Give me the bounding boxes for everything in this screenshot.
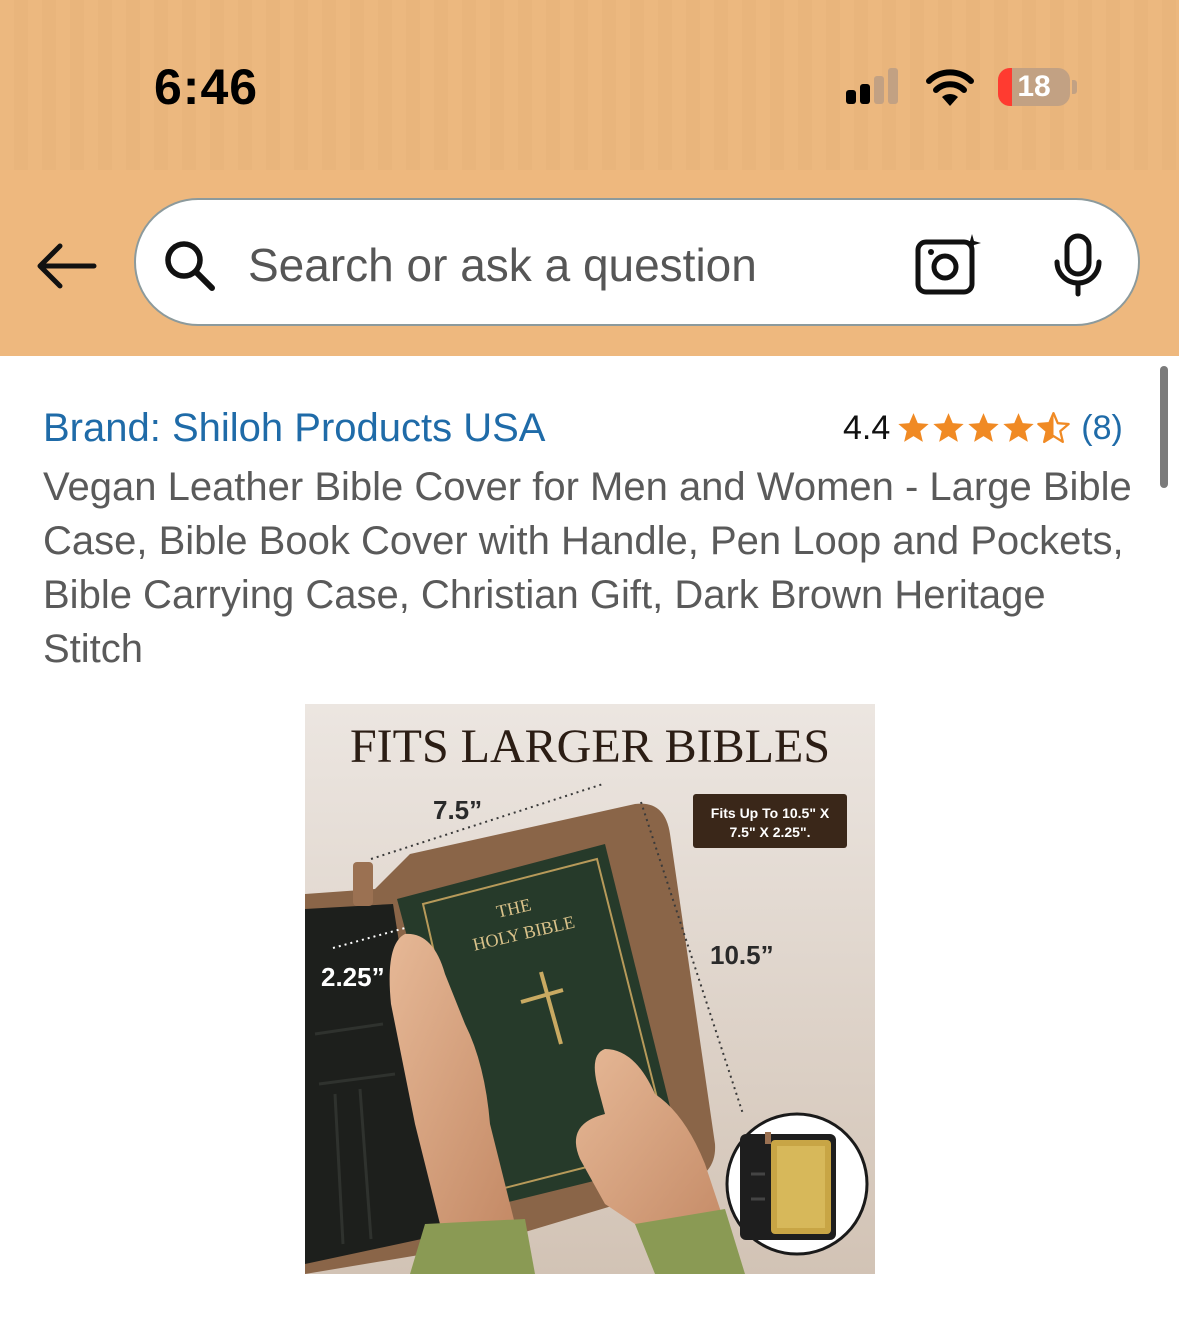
width-label: 7.5” [433, 795, 482, 825]
back-arrow-icon[interactable] [34, 238, 98, 294]
battery-percent: 18 [1017, 70, 1051, 103]
product-title: Vegan Leather Bible Cover for Men and Wo… [43, 465, 1132, 671]
search-icon [165, 241, 215, 291]
brand-link[interactable]: Brand: Shiloh Products USA [43, 406, 545, 451]
top-header: 6:46 18 [0, 0, 1179, 356]
rating-summary[interactable]: 4.4 (8) [843, 406, 1123, 450]
status-icons: 18 [842, 66, 1092, 110]
wifi-icon [926, 69, 974, 106]
battery-icon: 18 [998, 68, 1070, 106]
search-bar[interactable] [134, 198, 1140, 326]
image-headline: FITS LARGER BIBLES [350, 720, 830, 773]
star-icon [898, 413, 929, 442]
product-image[interactable]: THE HOLY BIBLE FITS LARGER BIBLES 7.5” 1… [305, 704, 875, 1274]
scrollbar[interactable] [1160, 366, 1168, 488]
rating-count[interactable]: (8) [1081, 409, 1123, 448]
height-label: 10.5” [710, 940, 774, 970]
search-input[interactable] [246, 234, 850, 296]
cellular-signal-icon [842, 66, 906, 106]
microphone-icon[interactable] [1048, 232, 1108, 298]
battery-nub [1072, 80, 1077, 94]
zipper-pull [353, 862, 373, 906]
star-icon [968, 413, 999, 442]
depth-label: 2.25” [321, 962, 385, 992]
half-star-icon [1037, 411, 1071, 444]
fit-badge-line2: 7.5" X 2.25". [730, 824, 811, 840]
fit-badge-line1: Fits Up To 10.5" X [711, 805, 830, 821]
status-time: 6:46 [154, 59, 259, 115]
left-sleeve [410, 1219, 535, 1274]
star-rating [896, 411, 1071, 445]
star-icon [1003, 413, 1034, 442]
star-icon [933, 413, 964, 442]
inset-open-case-thumbnail [740, 1132, 836, 1240]
camera-search-icon[interactable] [914, 232, 984, 298]
rating-value: 4.4 [843, 408, 891, 447]
